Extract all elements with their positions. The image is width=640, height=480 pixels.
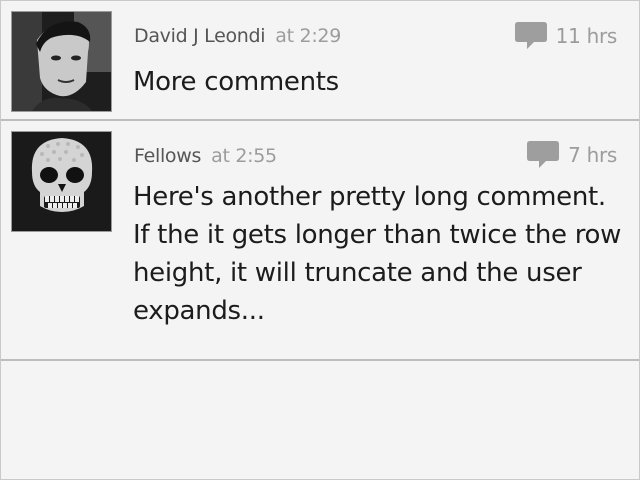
avatar[interactable] [11,11,112,112]
comment-age: 11 hrs [555,24,618,48]
speech-bubble-icon[interactable] [514,20,548,52]
reply-meta[interactable]: 7 hrs [526,140,617,170]
author-line: Fellows at 2:55 [134,145,277,167]
comment-age: 7 hrs [568,143,617,167]
skull-icon [12,132,111,231]
comment-list: David J Leondi at 2:29 11 hrs More commen… [0,0,640,480]
reply-meta[interactable]: 11 hrs [514,21,617,51]
author-name[interactable]: David J Leondi [134,25,266,47]
avatar[interactable] [11,131,112,232]
speech-bubble-icon[interactable] [526,139,560,171]
author-line: David J Leondi at 2:29 [134,25,341,47]
comment-time: at 2:55 [211,145,277,167]
person-photo-icon [12,12,111,111]
comment-row[interactable]: Fellows at 2:55 7 hrs Here's another pret… [1,121,639,361]
comment-time: at 2:29 [275,25,341,47]
author-name[interactable]: Fellows [134,145,201,167]
empty-list-area [1,361,639,479]
comment-text[interactable]: Here's another pretty long comment. If t… [133,178,623,330]
comment-text: More comments [133,67,339,97]
comment-row[interactable]: David J Leondi at 2:29 11 hrs More commen… [1,1,639,121]
